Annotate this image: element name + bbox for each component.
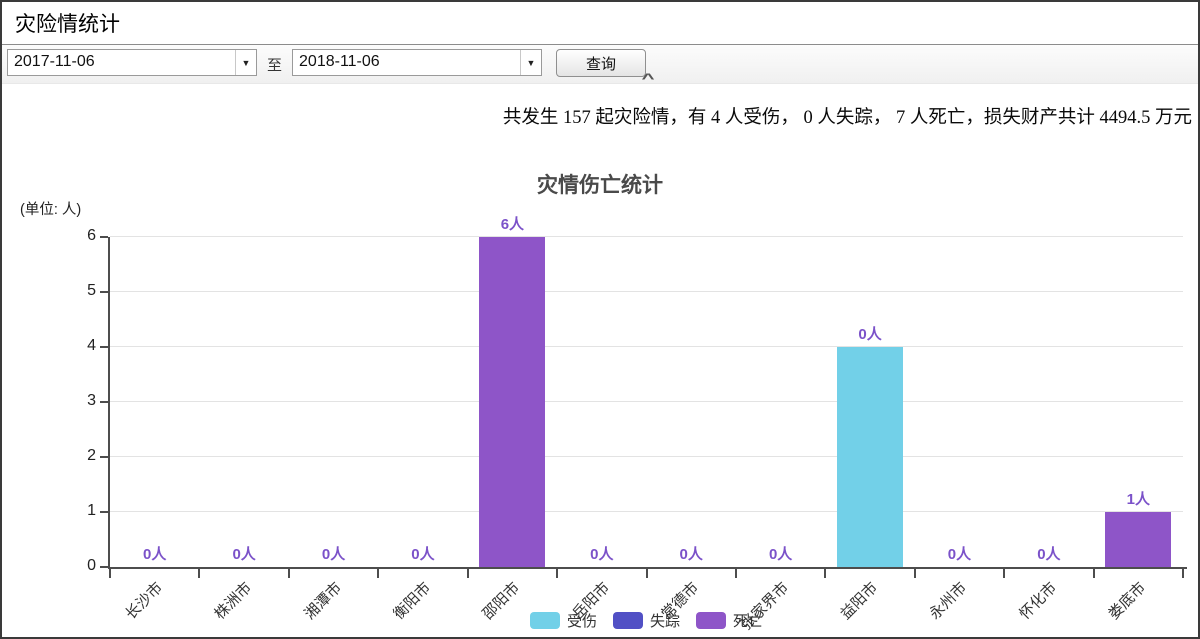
gridline (110, 346, 1183, 347)
y-axis-tick (100, 401, 108, 403)
legend-item-受伤[interactable]: 受伤 (530, 610, 597, 631)
y-axis-tick (100, 346, 108, 348)
date-range-to-label: 至 (267, 54, 282, 75)
x-axis-tick (914, 569, 916, 578)
gridline (110, 511, 1183, 512)
page-header: 灾险情统计 (2, 2, 1198, 45)
end-date-picker[interactable]: 2018-11-06 ▼ (292, 49, 542, 76)
gridline (110, 401, 1183, 402)
x-axis-tick (377, 569, 379, 578)
y-axis-tick-label: 0 (64, 557, 96, 575)
x-axis-tick (109, 569, 111, 578)
legend-swatch (613, 612, 643, 629)
y-axis-tick (100, 291, 108, 293)
y-axis-tick-label: 6 (64, 227, 96, 245)
bar-value-label: 0人 (411, 543, 434, 564)
query-toolbar: 2017-11-06 ▼ 至 2018-11-06 ▼ 查询 ^ (2, 45, 1198, 84)
legend-item-失踪[interactable]: 失踪 (613, 610, 680, 631)
legend-swatch (530, 612, 560, 629)
legend-label: 受伤 (567, 610, 597, 631)
x-axis-line (108, 567, 1187, 569)
y-axis-tick (100, 511, 108, 513)
bar-value-label: 0人 (143, 543, 166, 564)
y-axis-tick-label: 1 (64, 502, 96, 520)
x-axis-tick (288, 569, 290, 578)
gridline (110, 291, 1183, 292)
legend-label: 死亡 (733, 610, 763, 631)
y-axis-line (108, 237, 110, 569)
collapse-up-icon[interactable]: ^ (642, 72, 655, 84)
y-axis-tick-label: 3 (64, 392, 96, 410)
bar-value-label: 0人 (769, 543, 792, 564)
start-date-dropdown-icon[interactable]: ▼ (235, 50, 256, 75)
start-date-value[interactable]: 2017-11-06 (8, 50, 235, 75)
y-axis-tick (100, 236, 108, 238)
bar-益阳市[interactable] (837, 347, 903, 567)
bar-value-label: 1人 (1127, 488, 1150, 509)
y-axis-tick (100, 456, 108, 458)
bar-value-label: 0人 (322, 543, 345, 564)
bar-value-label: 0人 (680, 543, 703, 564)
end-date-dropdown-icon[interactable]: ▼ (520, 50, 541, 75)
chart-title: 灾情伤亡统计 (2, 169, 1198, 199)
plot-area: 01234560人长沙市0人株洲市0人湘潭市0人衡阳市6人邵阳市0人岳阳市0人常… (110, 237, 1183, 567)
query-button[interactable]: 查询 (556, 49, 646, 77)
bar-value-label: 0人 (858, 323, 881, 344)
x-axis-tick (735, 569, 737, 578)
bar-娄底市[interactable] (1105, 512, 1171, 567)
start-date-picker[interactable]: 2017-11-06 ▼ (7, 49, 257, 76)
end-date-value[interactable]: 2018-11-06 (293, 50, 520, 75)
x-axis-tick (1182, 569, 1184, 578)
y-axis-tick-label: 4 (64, 337, 96, 355)
y-axis-tick (100, 566, 108, 568)
bar-value-label: 0人 (590, 543, 613, 564)
x-axis-tick (824, 569, 826, 578)
x-axis-tick (556, 569, 558, 578)
x-axis-tick (646, 569, 648, 578)
gridline (110, 236, 1183, 237)
chart-unit-label: (单位: 人) (20, 198, 81, 219)
x-axis-tick (467, 569, 469, 578)
y-axis-tick-label: 5 (64, 282, 96, 300)
legend-label: 失踪 (650, 610, 680, 631)
gridline (110, 456, 1183, 457)
bar-value-label: 6人 (501, 213, 524, 234)
x-axis-tick (1003, 569, 1005, 578)
bar-邵阳市[interactable] (479, 237, 545, 567)
legend-item-死亡[interactable]: 死亡 (696, 610, 763, 631)
chart-legend: 受伤 失踪 死亡 (110, 610, 1183, 631)
bar-value-label: 0人 (232, 543, 255, 564)
summary-text: 共发生 157 起灾险情，有 4 人受伤， 0 人失踪， 7 人死亡，损失财产共… (2, 103, 1192, 129)
y-axis-tick-label: 2 (64, 447, 96, 465)
bar-value-label: 0人 (1037, 543, 1060, 564)
disaster-statistics-page: 灾险情统计 2017-11-06 ▼ 至 2018-11-06 ▼ 查询 ^ 共… (0, 0, 1200, 639)
x-axis-tick (198, 569, 200, 578)
bar-value-label: 0人 (948, 543, 971, 564)
x-axis-tick (1093, 569, 1095, 578)
page-title: 灾险情统计 (15, 8, 120, 38)
legend-swatch (696, 612, 726, 629)
